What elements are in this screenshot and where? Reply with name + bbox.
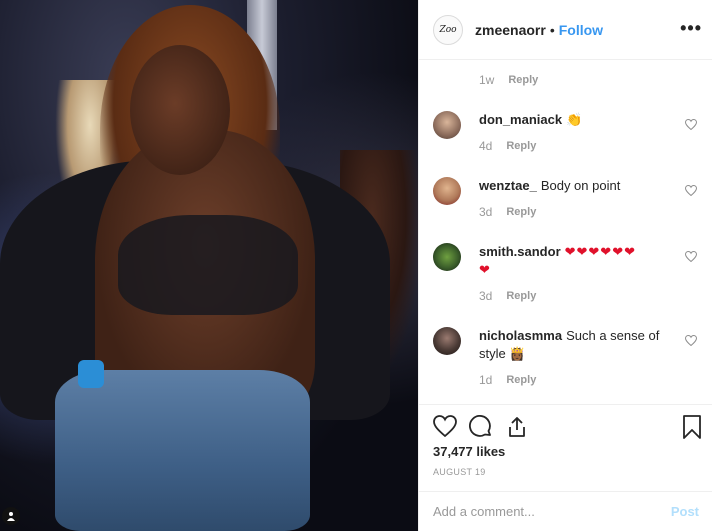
comment-content-continued: ❤: [479, 262, 491, 277]
post-comment-button[interactable]: Post: [671, 504, 699, 519]
comment-item: don_maniack 👏 4d Reply: [433, 111, 699, 153]
save-bookmark-icon[interactable]: [681, 415, 705, 439]
post-username[interactable]: zmeenaorr: [475, 22, 546, 38]
comment-content: 👏: [566, 112, 583, 127]
photo-subject-wristband: [78, 360, 104, 388]
reply-button[interactable]: Reply: [506, 290, 536, 302]
photo-subject-face: [130, 45, 230, 175]
comment-time: 4d: [479, 139, 493, 153]
comment-item: wenztae_ Body on point 3d Reply: [433, 177, 699, 219]
reply-button[interactable]: Reply: [506, 206, 536, 218]
avatar[interactable]: [433, 111, 461, 139]
comments-list: 1w Reply don_maniack 👏 4d Reply wenztae_…: [419, 61, 712, 404]
like-heart-icon[interactable]: [433, 415, 457, 439]
comment-username[interactable]: don_maniack: [479, 112, 562, 127]
comment-username[interactable]: smith.sandor: [479, 244, 561, 259]
avatar[interactable]: [433, 177, 461, 205]
comment-text: smith.sandor ❤❤❤❤❤❤ ❤: [479, 243, 679, 279]
post-side-panel: Zoo zmeenaorr • Follow ••• 1w Reply don_…: [418, 0, 712, 531]
comment-content: Body on point: [540, 178, 621, 193]
comment-item: smith.sandor ❤❤❤❤❤❤ ❤ 3d Reply: [433, 243, 699, 303]
reply-button[interactable]: Reply: [506, 140, 536, 152]
photo-subject-top: [118, 215, 298, 315]
comment-content: ❤❤❤❤❤❤: [564, 244, 636, 259]
caption-meta: 1w Reply: [433, 73, 699, 87]
avatar[interactable]: Zoo: [433, 14, 463, 45]
comment-time: 3d: [479, 205, 493, 219]
comment-item: nicholasmma Such a sense of style 👸🏾 1d R…: [433, 327, 699, 387]
comment-text: wenztae_ Body on point: [479, 177, 679, 195]
photo-subject-shorts: [55, 370, 310, 531]
comment-text: don_maniack 👏: [479, 111, 679, 129]
user-tag-icon[interactable]: [2, 507, 20, 525]
comment-time: 3d: [479, 289, 493, 303]
avatar[interactable]: [433, 327, 461, 355]
post-header: Zoo zmeenaorr • Follow •••: [419, 0, 712, 60]
caption-time: 1w: [479, 73, 495, 87]
like-comment-heart-icon[interactable]: [684, 184, 698, 199]
comment-input[interactable]: [433, 504, 671, 519]
share-icon[interactable]: [505, 415, 529, 439]
comment-time: 1d: [479, 373, 493, 387]
follow-button[interactable]: Follow: [559, 22, 603, 38]
comment-username[interactable]: wenztae_: [479, 178, 537, 193]
like-comment-heart-icon[interactable]: [684, 118, 698, 133]
comment-text: nicholasmma Such a sense of style 👸🏾: [479, 327, 679, 363]
like-comment-heart-icon[interactable]: [684, 334, 698, 349]
comment-bubble-icon[interactable]: [469, 415, 493, 439]
add-comment-bar: Post: [419, 491, 712, 531]
post-actions-bar: [419, 404, 712, 449]
avatar[interactable]: [433, 243, 461, 271]
post-date: AUGUST 19: [433, 467, 486, 477]
like-comment-heart-icon[interactable]: [684, 250, 698, 265]
more-options-icon[interactable]: •••: [680, 18, 702, 39]
reply-button[interactable]: Reply: [506, 374, 536, 386]
reply-button[interactable]: Reply: [508, 74, 538, 86]
post-photo[interactable]: [0, 0, 418, 531]
likes-count[interactable]: 37,477 likes: [433, 444, 505, 459]
comment-username[interactable]: nicholasmma: [479, 328, 562, 343]
separator-dot: •: [549, 21, 555, 38]
